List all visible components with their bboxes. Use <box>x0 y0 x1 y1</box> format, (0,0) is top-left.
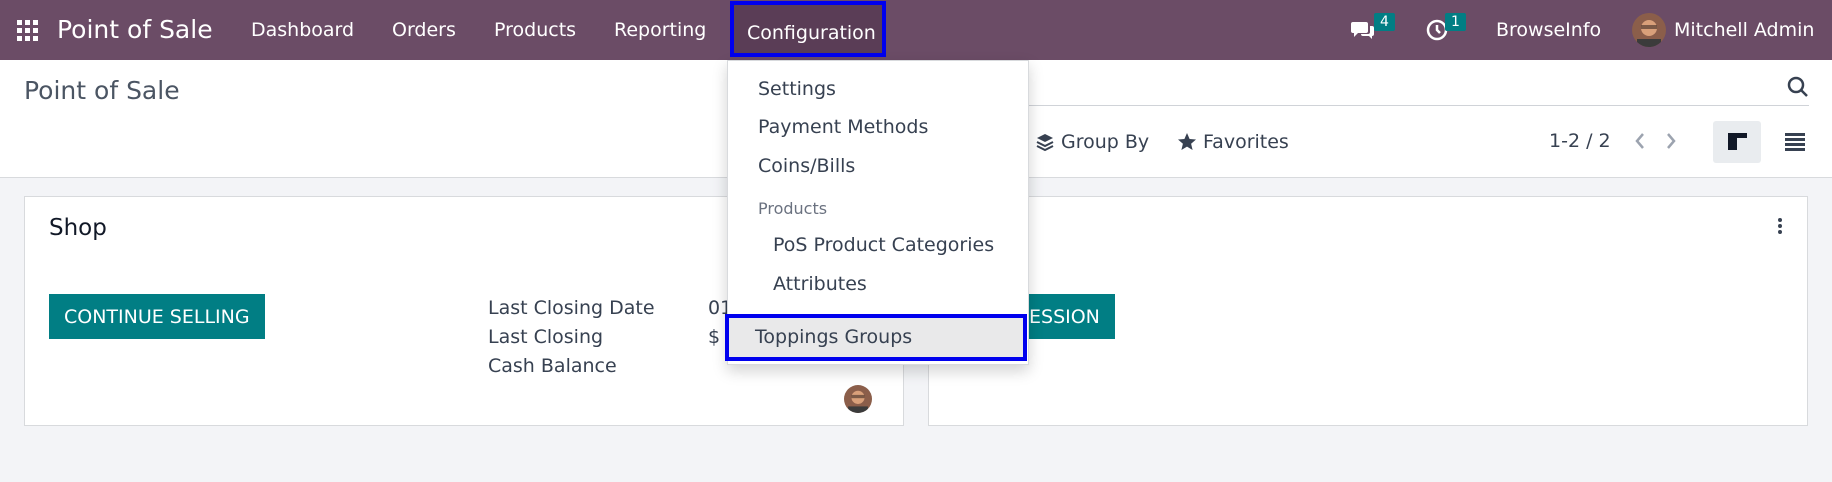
menu-item-toppings-groups[interactable]: Toppings Groups <box>725 314 1027 361</box>
pos-card-second: ESSION <box>928 196 1808 426</box>
menu-item-payment-methods[interactable]: Payment Methods <box>758 116 928 138</box>
activities-badge: 1 <box>1445 13 1466 31</box>
last-closing-date-label: Last Closing Date <box>488 297 655 319</box>
star-icon <box>1178 133 1196 150</box>
card-title: Shop <box>49 215 107 241</box>
last-closing-label: Last Closing <box>488 326 604 348</box>
top-navbar: Point of Sale Dashboard Orders Products … <box>0 0 1832 60</box>
card-options-icon[interactable] <box>1777 217 1783 235</box>
menu-orders[interactable]: Orders <box>392 19 456 41</box>
group-by-button[interactable]: Group By <box>1035 131 1149 153</box>
last-closing-value: $ <box>708 326 721 348</box>
layers-icon <box>1036 134 1054 152</box>
menu-dashboard[interactable]: Dashboard <box>251 19 354 41</box>
company-switcher[interactable]: BrowseInfo <box>1496 19 1601 41</box>
menu-item-attributes[interactable]: Attributes <box>773 273 867 295</box>
menu-reporting[interactable]: Reporting <box>614 19 706 41</box>
kanban-icon <box>1728 133 1747 150</box>
pager-previous-icon[interactable] <box>1630 129 1650 153</box>
cash-balance-label: Cash Balance <box>488 355 617 377</box>
messages-badge: 4 <box>1374 13 1395 31</box>
list-view-button[interactable] <box>1771 121 1819 163</box>
search-icon[interactable] <box>1786 75 1810 99</box>
menu-section-products: Products <box>758 199 828 218</box>
pager-next-icon[interactable] <box>1661 129 1681 153</box>
kanban-view-button[interactable] <box>1713 121 1761 163</box>
menu-item-settings[interactable]: Settings <box>758 78 836 100</box>
list-icon <box>1785 133 1805 151</box>
user-menu[interactable]: Mitchell Admin <box>1674 19 1814 41</box>
search-input[interactable] <box>1020 105 1809 106</box>
app-menu-icon[interactable] <box>17 20 38 41</box>
page-title: Point of Sale <box>24 76 180 105</box>
pager-value[interactable]: 1-2 / 2 <box>1549 130 1611 152</box>
menu-item-coins-bills[interactable]: Coins/Bills <box>758 155 855 177</box>
menu-products[interactable]: Products <box>494 19 576 41</box>
menu-configuration-label: Configuration <box>747 22 876 44</box>
menu-item-pos-product-categories[interactable]: PoS Product Categories <box>773 234 994 256</box>
favorites-button[interactable]: Favorites <box>1177 131 1289 153</box>
responsible-avatar <box>844 385 872 413</box>
menu-configuration[interactable]: Configuration <box>730 1 886 57</box>
menu-item-toppings-groups-label: Toppings Groups <box>755 326 913 348</box>
user-avatar[interactable] <box>1632 13 1666 47</box>
configuration-dropdown: Settings Payment Methods Coins/Bills Pro… <box>725 60 1029 365</box>
group-by-label: Group By <box>1061 131 1150 153</box>
messages-icon[interactable] <box>1350 19 1376 41</box>
continue-selling-button[interactable]: CONTINUE SELLING <box>49 294 265 339</box>
app-title[interactable]: Point of Sale <box>57 15 213 44</box>
favorites-label: Favorites <box>1203 131 1289 153</box>
